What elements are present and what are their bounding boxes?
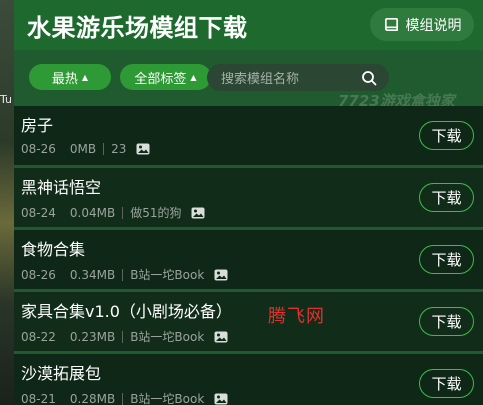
- mod-author: B站一坨Book: [130, 392, 205, 405]
- list-item[interactable]: 黑神话悟空 08-24 0.04MB 做51的狗 下载: [14, 168, 483, 227]
- sort-dropdown[interactable]: 最热 ▲: [29, 64, 111, 90]
- divider: [122, 330, 124, 343]
- filter-bar: 最热 ▲ 全部标签 ▲ 搜索模组名称: [14, 58, 483, 94]
- mod-author: 23: [111, 142, 127, 156]
- list-item[interactable]: 食物合集 08-26 0.34MB B站一坨Book 下载: [14, 230, 483, 289]
- sort-label: 最热: [51, 71, 78, 87]
- tag-dropdown[interactable]: 全部标签 ▲: [120, 64, 211, 90]
- image-icon: [214, 393, 228, 404]
- mod-meta: 08-26 0.34MB B站一坨Book: [21, 266, 228, 283]
- mod-author: B站一坨Book: [130, 268, 205, 282]
- mod-help-button[interactable]: 模组说明: [370, 8, 474, 41]
- caret-up-icon: ▲: [81, 72, 89, 82]
- divider: [122, 268, 124, 281]
- edge-text: Tu: [0, 93, 13, 106]
- mod-date: 08-26: [21, 142, 56, 156]
- download-button[interactable]: 下载: [419, 245, 474, 274]
- tag-label: 全部标签: [134, 71, 187, 87]
- book-icon: [384, 17, 398, 32]
- mod-name: 食物合集: [21, 240, 86, 259]
- mod-meta: 08-22 0.23MB B站一坨Book: [21, 328, 228, 345]
- mod-help-label: 模组说明: [405, 17, 462, 34]
- mod-size: 0.23MB: [69, 329, 116, 344]
- mod-date: 08-21: [21, 391, 56, 405]
- mod-name: 房子: [21, 116, 54, 135]
- search-placeholder: 搜索模组名称: [221, 72, 300, 87]
- mod-meta: 08-24 0.04MB 做51的狗: [21, 204, 205, 221]
- image-icon: [214, 269, 228, 280]
- list-item[interactable]: 房子 08-26 0MB 23 下载: [14, 106, 483, 165]
- caret-up-icon: ▲: [190, 72, 197, 82]
- mod-name: 沙漠拓展包: [21, 364, 102, 383]
- download-button[interactable]: 下载: [419, 369, 474, 398]
- mod-date: 08-26: [21, 267, 56, 282]
- download-button[interactable]: 下载: [419, 183, 474, 212]
- download-button[interactable]: 下载: [419, 307, 474, 336]
- mod-size: 0.34MB: [69, 267, 116, 282]
- image-icon: [214, 331, 228, 342]
- divider: [122, 392, 124, 405]
- mod-size: 0.04MB: [69, 205, 116, 220]
- divider: [122, 206, 124, 219]
- mod-date: 08-24: [21, 205, 56, 220]
- page-title: 水果游乐场模组下载: [27, 14, 248, 42]
- site-watermark: 腾飞网: [268, 306, 325, 327]
- mod-author: B站一坨Book: [130, 330, 205, 344]
- list-item[interactable]: 家具合集v1.0（小剧场必备） 08-22 0.23MB B站一坨Book 下载: [14, 292, 483, 351]
- download-button[interactable]: 下载: [419, 121, 474, 150]
- background-edge: [0, 0, 14, 405]
- list-item[interactable]: 沙漠拓展包 08-21 0.28MB B站一坨Book 下载: [14, 354, 483, 405]
- search-input[interactable]: 搜索模组名称: [207, 64, 389, 91]
- mod-size: 0.28MB: [69, 391, 116, 405]
- mod-download-panel: 水果游乐场模组下载 模组说明 最热 ▲ 全部标签 ▲ 搜索模组名称 7723游戏…: [14, 0, 483, 405]
- mod-meta: 08-21 0.28MB B站一坨Book: [21, 390, 228, 405]
- image-icon: [191, 207, 205, 218]
- mod-name: 黑神话悟空: [21, 178, 102, 197]
- header: 水果游乐场模组下载 模组说明: [14, 0, 483, 50]
- mod-size: 0MB: [69, 142, 97, 156]
- mod-meta: 08-26 0MB 23: [21, 142, 150, 156]
- search-icon[interactable]: [361, 70, 377, 86]
- mod-name: 家具合集v1.0（小剧场必备）: [21, 302, 232, 321]
- mod-date: 08-22: [21, 329, 56, 344]
- mod-author: 做51的狗: [130, 206, 182, 220]
- divider: [103, 143, 105, 155]
- image-icon: [136, 143, 150, 155]
